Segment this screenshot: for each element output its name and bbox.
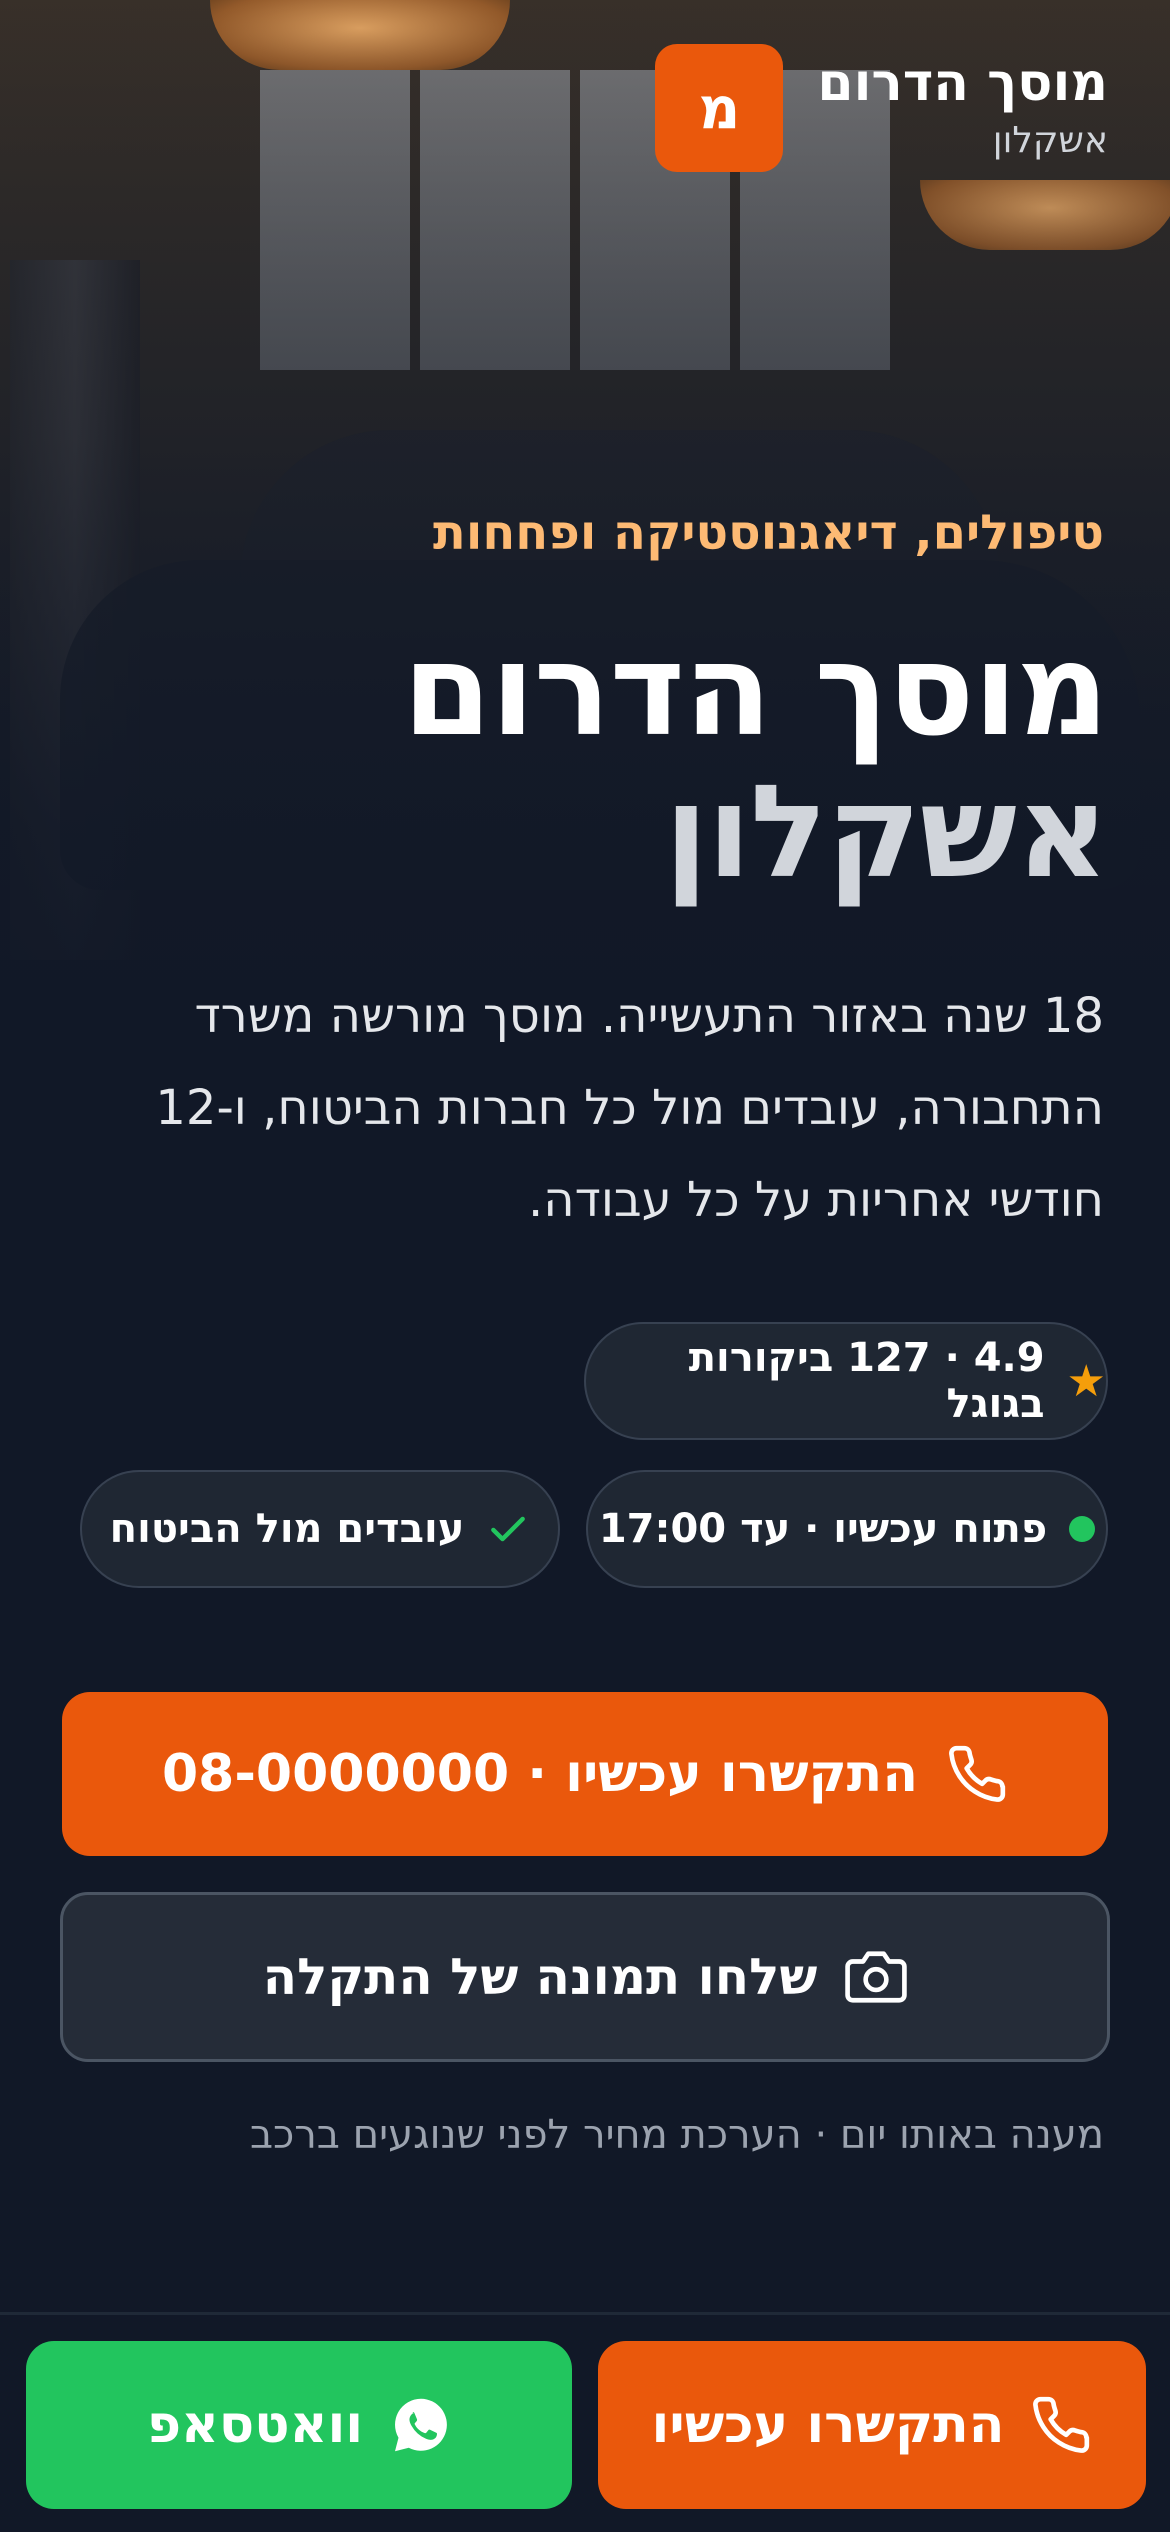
send-photo-label: שלחו תמונה של התקלה	[262, 1948, 818, 2006]
open-status-text: פתוח עכשיו · עד 17:00	[598, 1506, 1048, 1552]
bottom-whatsapp-button[interactable]: וואטסאפ	[26, 2341, 572, 2509]
star-icon: ★	[1066, 1355, 1106, 1407]
hero-headline: מוסך הדרום אשקלון	[402, 616, 1109, 907]
phone-icon	[1030, 2394, 1092, 2456]
headline-line-2: אשקלון	[664, 758, 1109, 907]
headline-line-1: מוסך הדרום	[402, 616, 1109, 765]
hero-eyebrow: טיפולים, דיאגנוסטיקה ופחחות	[433, 505, 1104, 561]
bottom-whatsapp-label: וואטסאפ	[146, 2395, 364, 2455]
send-photo-button[interactable]: שלחו תמונה של התקלה	[60, 1892, 1110, 2062]
whatsapp-icon	[391, 2395, 451, 2455]
brand-logo: מ	[655, 44, 784, 172]
rating-badge: ★ 4.9 · 127 ביקורות בגוגל	[584, 1322, 1108, 1440]
hero-description: 18 שנה באזור התעשייה. מוסך מורשה משרד הת…	[155, 988, 1104, 1228]
check-icon	[486, 1507, 530, 1551]
call-now-button[interactable]: התקשרו עכשיו · 08-0000000	[62, 1692, 1108, 1856]
insurance-text: עובדים מול הביטוח	[109, 1506, 465, 1552]
rating-text: 4.9 · 127 ביקורות בגוגל	[688, 1335, 1045, 1427]
bottom-call-label: התקשרו עכשיו	[651, 2395, 1005, 2455]
bottom-call-button[interactable]: התקשרו עכשיו	[598, 2341, 1146, 2509]
insurance-badge: עובדים מול הביטוח	[80, 1470, 560, 1588]
call-now-label: התקשרו עכשיו · 08-0000000	[161, 1744, 919, 1804]
brand-header: מוסך הדרום אשקלון מ	[655, 44, 1108, 172]
brand-name: מוסך הדרום	[817, 53, 1108, 113]
phone-icon	[946, 1743, 1008, 1805]
sticky-bottom-bar: התקשרו עכשיו וואטסאפ	[0, 2312, 1170, 2532]
open-status-badge: פתוח עכשיו · עד 17:00	[586, 1470, 1108, 1588]
brand-text: מוסך הדרום אשקלון	[817, 50, 1108, 166]
camera-icon	[845, 1946, 907, 2008]
status-dot-icon	[1069, 1516, 1096, 1542]
response-note: מענה באותו יום · הערכת מחיר לפני שנוגעים…	[249, 2112, 1104, 2158]
brand-city: אשקלון	[992, 120, 1108, 161]
